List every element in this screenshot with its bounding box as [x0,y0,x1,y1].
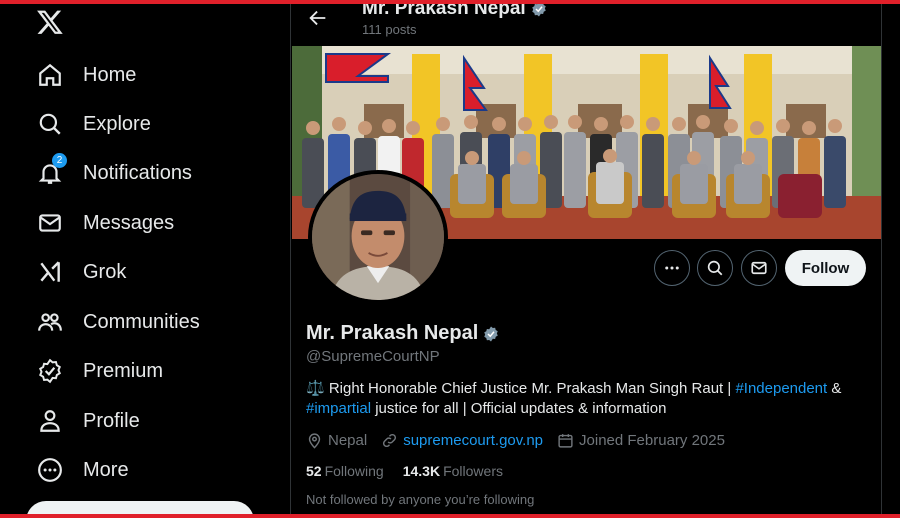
location-pin-icon [308,432,321,449]
envelope-icon [751,261,767,275]
nav-notifications[interactable]: 2 Notifications [36,153,192,188]
grok-icon [36,258,64,286]
nav-profile[interactable]: Profile [36,406,140,436]
profile-name-text: Mr. Prakash Nepal [306,322,479,344]
frame-bottom-border [0,514,900,518]
follow-counts: 52 Following 14.3K Followers [306,463,522,479]
nav-label-explore: Explore [83,112,151,135]
search-icon [36,110,64,138]
profile-meta: Nepal supremecourt.gov.np Joined Februar… [306,430,739,450]
followers-label: Followers [443,463,503,479]
back-arrow-icon[interactable] [307,7,329,29]
follow-button[interactable]: Follow [785,250,866,286]
bio-text-3: justice for all | Official updates & inf… [371,400,667,417]
more-circle-icon [36,456,64,484]
nav-messages[interactable]: Messages [36,208,174,238]
nav-label-notifications: Notifications [83,161,192,184]
nav-grok[interactable]: Grok [36,257,126,287]
header-posts-count: 111 posts [362,22,417,37]
sidebar: Home Explore 2 Notifications Messages Gr… [0,4,290,518]
profile-name: Mr. Prakash Nepal [306,322,500,345]
following-count: 52 [306,463,322,479]
person-icon [36,407,64,435]
nav-communities[interactable]: Communities [36,307,200,337]
bell-icon: 2 [36,153,67,187]
nav-more[interactable]: More [36,455,129,485]
header-name-text: Mr. Prakash Nepal [362,4,526,19]
envelope-icon [36,209,64,237]
website-link[interactable]: supremecourt.gov.np [403,432,543,449]
followers-count-link[interactable]: 14.3K Followers [403,463,503,479]
join-date: Joined February 2025 [557,432,725,449]
header-profile-name: Mr. Prakash Nepal [362,4,548,20]
profile-bio: ⚖️ Right Honorable Chief Justice Mr. Pra… [306,379,866,419]
profile-avatar[interactable] [308,170,448,304]
bio-text-2: & [827,380,842,397]
nav-label-more: More [83,458,129,481]
verified-badge-icon [531,4,546,17]
nav-label-grok: Grok [83,260,127,283]
search-icon [707,260,723,276]
location-text: Nepal [328,431,368,449]
calendar-icon [558,433,573,448]
more-options-button[interactable] [654,250,690,286]
home-icon [36,61,64,89]
more-dots-icon [665,266,679,270]
profile-header-bar: Mr. Prakash Nepal 111 posts [291,4,881,46]
search-profile-button[interactable] [697,250,733,286]
link-icon [383,433,397,447]
bio-text-1: ⚖️ Right Honorable Chief Justice Mr. Pra… [306,380,736,397]
hashtag-independent[interactable]: #Independent [735,380,827,397]
nav-label-premium: Premium [83,359,164,382]
website: supremecourt.gov.np [381,432,543,449]
followers-count: 14.3K [402,463,441,479]
nav-label-messages: Messages [83,211,175,234]
nav-label-communities: Communities [83,310,200,333]
location: Nepal [306,432,367,449]
nav-explore[interactable]: Explore [36,109,151,139]
profile-column: Mr. Prakash Nepal 111 posts Follow Mr. P… [290,4,882,514]
nav-label-profile: Profile [83,409,140,432]
verified-badge-icon[interactable] [482,325,500,343]
nav-home[interactable]: Home [36,60,136,90]
following-count-link[interactable]: 52 Following [306,463,384,479]
people-icon [36,308,64,336]
joined-text: Joined February 2025 [579,431,725,449]
nav-label-home: Home [83,63,137,86]
hashtag-impartial[interactable]: #impartial [306,400,371,417]
followed-by-note: Not followed by anyone you’re following [306,492,535,507]
following-label: Following [324,463,384,479]
verified-outline-icon [36,357,64,385]
message-button[interactable] [741,250,777,286]
nav-premium[interactable]: Premium [36,356,163,386]
notification-badge: 2 [52,153,67,168]
profile-handle: @SupremeCourtNP [306,348,440,365]
x-logo[interactable] [36,8,64,36]
